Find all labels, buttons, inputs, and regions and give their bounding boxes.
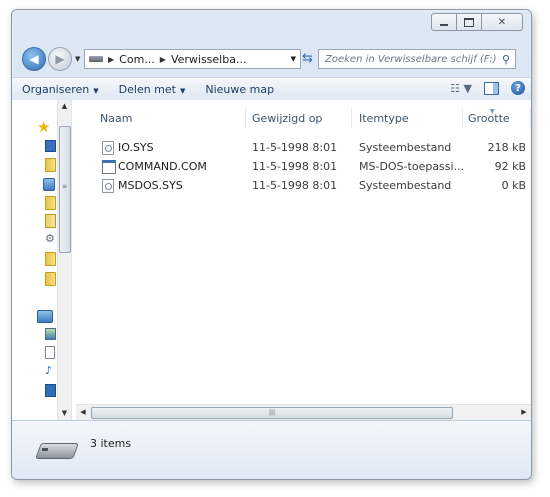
organize-menu[interactable]: Organiseren ▼ [12,83,109,96]
details-pane: 3 items [12,420,531,479]
folder-icon[interactable] [45,158,56,172]
column-header-type[interactable]: Itemtype [359,112,409,125]
file-modified: 11-5-1998 8:01 [252,141,338,154]
column-header-size[interactable]: Grootte [468,112,510,125]
scroll-down-icon[interactable]: ▼ [58,407,71,420]
back-arrow-icon: ◀ [29,52,39,66]
share-label: Delen met [118,82,176,96]
navigation-scrollbar[interactable]: ▲ ≡ ▼ [57,100,71,420]
command-bar-right: ☷ ▼ ? [450,81,525,95]
address-bar[interactable]: ▶ Com... ▶ Verwisselba... ▼ [84,49,301,69]
forward-button[interactable]: ▶ [48,47,72,71]
file-modified: 11-5-1998 8:01 [252,179,338,192]
scroll-up-icon[interactable]: ▲ [58,100,71,113]
new-folder-label: Nieuwe map [205,82,275,96]
library-icon[interactable] [43,178,55,191]
ms-dos-app-icon [102,160,116,174]
folder-icon[interactable] [45,272,56,286]
system-file-icon [102,179,114,193]
explorer-window: ✕ ◀ ▶ ▼ ▶ Com... ▶ Verwisselba... ▼ ⇆ Zo… [11,9,532,480]
address-dropdown-icon[interactable]: ▼ [291,55,296,63]
breadcrumb-separator[interactable]: ▶ [160,55,166,64]
chevron-down-icon: ▼ [179,86,186,95]
scrollbar-thumb[interactable]: ||| [91,407,453,419]
new-folder-button[interactable]: Nieuwe map [195,83,284,96]
breadcrumb-removable-drive[interactable]: Verwisselba... [171,53,247,66]
file-size: 92 kB [494,160,526,173]
scrollbar-grip-icon: ≡ [62,183,68,190]
navigation-pane: ★ ⚙ ♪ ▲ ≡ ▼ [12,100,72,434]
organize-label: Organiseren [22,82,90,96]
chevron-down-icon: ▼ [93,86,99,95]
scrollbar-grip-icon: ||| [268,409,276,416]
file-size: 0 kB [501,179,526,192]
favorites-star-icon[interactable]: ★ [37,118,50,136]
minimize-icon [440,23,448,26]
search-box[interactable]: Zoeken in Verwisselbare schijf (F:) ⚲ [318,49,516,69]
documents-icon[interactable] [45,346,55,359]
file-row[interactable]: MSDOS.SYS 11-5-1998 8:01 Systeembestand … [90,176,530,194]
file-row[interactable]: IO.SYS 11-5-1998 8:01 Systeembestand 218… [90,138,530,156]
drive-light [42,448,48,451]
column-header-modified[interactable]: Gewijzigd op [252,112,322,125]
maximize-icon [464,17,474,27]
drive-icon [89,56,103,62]
column-divider[interactable] [462,108,463,128]
file-name: MSDOS.SYS [118,179,183,192]
file-type: Systeembestand [359,179,452,192]
scroll-right-icon[interactable]: ▶ [517,405,531,420]
change-view-icon[interactable]: ☷ ▼ [450,82,472,95]
column-divider[interactable] [245,108,246,128]
minimize-button[interactable] [431,13,457,31]
share-menu[interactable]: Delen met ▼ [109,83,196,96]
refresh-icon[interactable]: ⇆ [302,51,313,66]
pictures-icon[interactable] [45,328,56,340]
help-icon[interactable]: ? [511,81,525,95]
folder-icon[interactable] [45,196,56,210]
file-size: 218 kB [487,141,526,154]
pencil-folder-icon[interactable] [45,214,56,228]
file-name: COMMAND.COM [118,160,207,173]
file-type: MS-DOS-toepassi... [359,160,465,173]
search-icon[interactable]: ⚲ [499,53,513,66]
item-count: 3 items [90,437,132,450]
scroll-left-icon[interactable]: ◀ [76,405,90,420]
removable-drive-icon [35,443,79,459]
maximize-button[interactable] [457,13,482,31]
close-button[interactable]: ✕ [482,13,523,31]
videos-icon[interactable] [45,384,56,397]
navigation-buttons: ◀ ▶ ▼ [22,47,80,71]
content-area: ★ ⚙ ♪ ▲ ≡ ▼ Naam Gewijzigd op Itemtype ▼… [12,100,531,434]
close-icon: ✕ [497,16,507,28]
column-divider[interactable] [530,108,531,128]
desktop-icon[interactable] [45,140,56,152]
recent-pages-dropdown[interactable]: ▼ [75,55,80,63]
column-divider[interactable] [351,108,352,128]
breadcrumb-computer[interactable]: Com... [119,53,155,66]
column-header-name[interactable]: Naam [100,112,132,125]
libraries-icon[interactable] [37,310,53,323]
forward-arrow-icon: ▶ [55,52,65,66]
back-button[interactable]: ◀ [22,47,46,71]
column-headers: Naam Gewijzigd op Itemtype ▼ Grootte [72,108,531,128]
search-input[interactable]: Zoeken in Verwisselbare schijf (F:) [319,54,499,65]
breadcrumb-separator[interactable]: ▶ [108,55,114,64]
folder-icon[interactable] [45,252,56,266]
caption-buttons: ✕ [431,13,523,31]
file-modified: 11-5-1998 8:01 [252,160,338,173]
preview-pane-icon[interactable] [484,81,499,95]
file-type: Systeembestand [359,141,452,154]
command-bar: Organiseren ▼ Delen met ▼ Nieuwe map ☷ ▼ ? [12,77,531,101]
system-file-icon [102,141,114,155]
scrollbar-thumb[interactable]: ≡ [59,126,71,253]
horizontal-scrollbar[interactable]: ◀ ||| ▶ [76,404,531,420]
file-list: Naam Gewijzigd op Itemtype ▼ Grootte IO.… [72,100,531,420]
music-icon[interactable]: ♪ [45,364,52,377]
file-row[interactable]: COMMAND.COM 11-5-1998 8:01 MS-DOS-toepas… [90,157,530,175]
file-name: IO.SYS [118,141,154,154]
network-icon[interactable]: ⚙ [45,232,55,245]
